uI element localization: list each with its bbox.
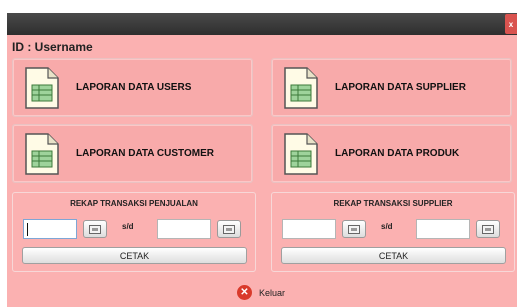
calendar-icon	[482, 224, 494, 234]
penjualan-date-from-picker[interactable]	[83, 220, 107, 238]
penjualan-date-from-input[interactable]	[23, 219, 77, 239]
spreadsheet-document-icon	[284, 66, 318, 109]
window-close-button[interactable]: x	[505, 14, 517, 34]
rekap-penjualan-panel: REKAP TRANSAKSI PENJUALAN s/d CETAK	[12, 192, 256, 272]
spreadsheet-document-icon	[25, 132, 59, 175]
laporan-supplier-label: LAPORAN DATA SUPPLIER	[335, 82, 466, 93]
report-window: ID : Username LAPORAN DATA USERS LAPORAN…	[7, 35, 517, 307]
rekap-penjualan-title: REKAP TRANSAKSI PENJUALAN	[70, 199, 198, 208]
user-id-label: ID : Username	[12, 40, 93, 54]
laporan-supplier-button[interactable]: LAPORAN DATA SUPPLIER	[271, 58, 512, 117]
text-caret	[27, 223, 28, 236]
supplier-cetak-label: CETAK	[378, 250, 409, 261]
spreadsheet-document-icon	[284, 132, 318, 175]
keluar-label: Keluar	[259, 287, 286, 298]
laporan-users-button[interactable]: LAPORAN DATA USERS	[12, 58, 253, 117]
rekap-supplier-panel: REKAP TRANSAKSI SUPPLIER s/d CETAK	[271, 192, 515, 272]
supplier-cetak-button[interactable]: CETAK	[281, 247, 506, 264]
rekap-supplier-title: REKAP TRANSAKSI SUPPLIER	[333, 199, 453, 208]
calendar-icon	[223, 224, 235, 234]
close-icon: x	[508, 19, 514, 29]
penjualan-cetak-label: CETAK	[119, 250, 150, 261]
spreadsheet-document-icon	[25, 66, 59, 109]
close-circle-icon: ✕	[237, 285, 252, 300]
penjualan-separator: s/d	[122, 222, 134, 231]
calendar-icon	[89, 224, 101, 234]
supplier-date-from-picker[interactable]	[342, 220, 366, 238]
supplier-date-to-picker[interactable]	[476, 220, 500, 238]
supplier-date-to-input[interactable]	[416, 219, 470, 239]
penjualan-cetak-button[interactable]: CETAK	[22, 247, 247, 264]
supplier-separator: s/d	[381, 222, 393, 231]
keluar-button[interactable]: ✕ Keluar	[237, 285, 285, 300]
laporan-produk-label: LAPORAN DATA PRODUK	[335, 148, 460, 159]
window-titlebar: x	[7, 13, 517, 35]
calendar-icon	[348, 224, 360, 234]
laporan-produk-button[interactable]: LAPORAN DATA PRODUK	[271, 124, 512, 183]
laporan-customer-label: LAPORAN DATA CUSTOMER	[76, 148, 214, 159]
supplier-date-from-input[interactable]	[282, 219, 336, 239]
laporan-customer-button[interactable]: LAPORAN DATA CUSTOMER	[12, 124, 253, 183]
laporan-users-label: LAPORAN DATA USERS	[76, 82, 192, 93]
penjualan-date-to-picker[interactable]	[217, 220, 241, 238]
penjualan-date-to-input[interactable]	[157, 219, 211, 239]
